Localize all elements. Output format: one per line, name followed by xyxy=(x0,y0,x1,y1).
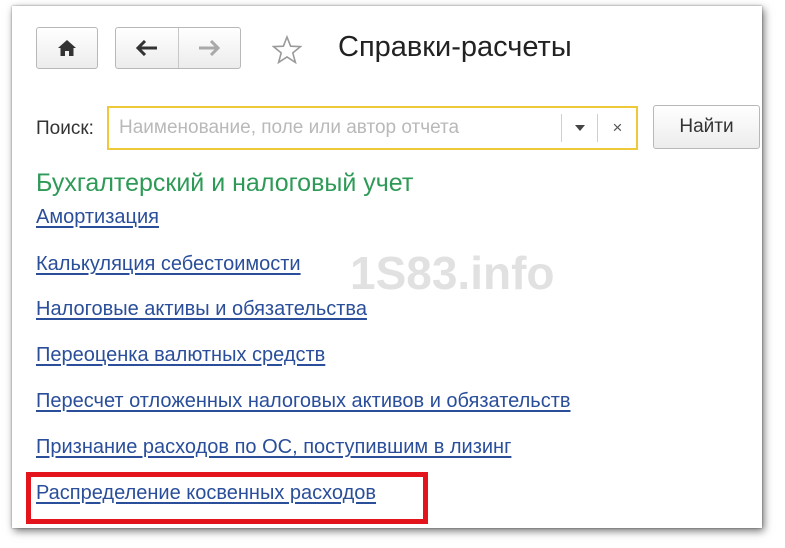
report-link-cost-calculation[interactable]: Калькуляция себестоимости xyxy=(36,253,301,276)
page-title: Справки-расчеты xyxy=(338,31,572,63)
section-heading: Бухгалтерский и налоговый учет xyxy=(36,169,414,197)
find-button[interactable]: Найти xyxy=(653,105,760,149)
forward-button[interactable] xyxy=(177,28,241,68)
search-field: × xyxy=(107,106,638,150)
highlight-box xyxy=(26,472,428,524)
star-icon xyxy=(272,35,302,65)
report-link-currency-revaluation[interactable]: Переоценка валютных средств xyxy=(36,344,325,367)
search-clear-button[interactable]: × xyxy=(597,114,637,142)
arrow-left-icon xyxy=(135,40,157,56)
navigation-buttons xyxy=(115,27,241,69)
report-link-deferred-tax-recalc[interactable]: Пересчет отложенных налоговых активов и … xyxy=(36,390,571,413)
watermark: 1S83.info xyxy=(350,247,555,299)
report-link-tax-assets[interactable]: Налоговые активы и обязательства xyxy=(36,298,367,321)
report-link-amortization[interactable]: Амортизация xyxy=(36,206,159,229)
search-input[interactable] xyxy=(109,108,561,148)
caret-down-icon xyxy=(575,125,585,131)
report-window: Справки-расчеты Поиск: × Найти Бухгалтер… xyxy=(12,6,762,528)
search-dropdown-button[interactable] xyxy=(561,114,598,142)
arrow-right-icon xyxy=(199,40,221,56)
home-icon xyxy=(58,40,76,56)
search-label: Поиск: xyxy=(36,118,94,139)
favorite-button[interactable] xyxy=(272,35,302,65)
report-link-leasing-expenses[interactable]: Признание расходов по ОС, поступившим в … xyxy=(36,436,511,459)
back-button[interactable] xyxy=(116,28,178,68)
home-button[interactable] xyxy=(36,27,98,69)
